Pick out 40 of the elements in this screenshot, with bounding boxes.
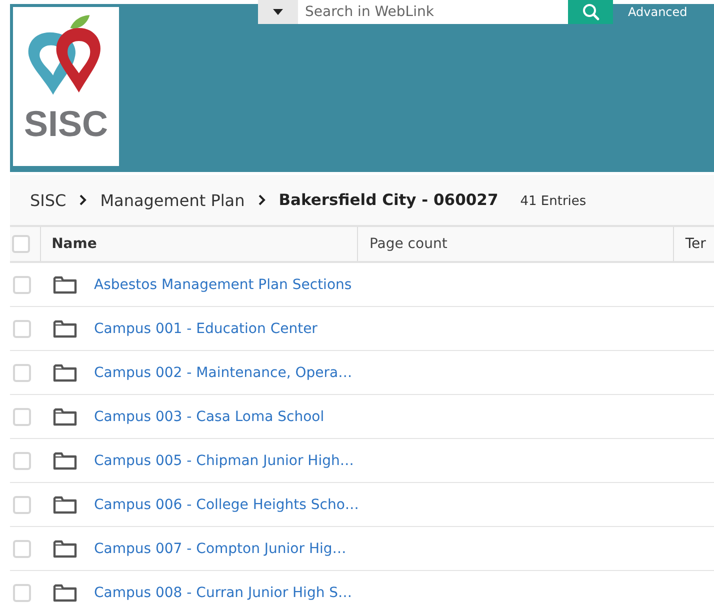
folder-icon <box>53 408 77 426</box>
folder-link[interactable]: Campus 007 - Compton Junior Hig… <box>94 540 346 556</box>
folder-icon <box>53 320 77 338</box>
chevron-icon <box>258 194 266 206</box>
folder-link[interactable]: Asbestos Management Plan Sections <box>94 276 352 292</box>
row-checkbox[interactable] <box>13 496 31 514</box>
search-scope-dropdown[interactable] <box>258 0 298 24</box>
folder-icon <box>53 276 77 294</box>
folder-link[interactable]: Campus 002 - Maintenance, Opera… <box>94 364 352 380</box>
row-checkbox[interactable] <box>13 540 31 558</box>
row-checkbox[interactable] <box>13 364 31 382</box>
column-header[interactable]: Page count <box>358 227 674 261</box>
folder-link[interactable]: Campus 003 - Casa Loma School <box>94 408 324 424</box>
folder-link[interactable]: Campus 001 - Education Center <box>94 320 318 336</box>
entry-count: 41 Entries <box>520 194 586 209</box>
search-button[interactable] <box>568 0 613 24</box>
select-all-checkbox[interactable] <box>12 235 30 253</box>
logo-text: SISC <box>24 103 108 145</box>
advanced-search-link[interactable]: Advanced <box>628 5 688 19</box>
folder-icon <box>53 364 77 382</box>
column-header[interactable]: Name <box>40 227 358 261</box>
folder-icon <box>53 452 77 470</box>
chevron-icon <box>79 194 88 206</box>
row-checkbox[interactable] <box>13 408 31 426</box>
breadcrumb-link[interactable]: SISC <box>30 190 66 210</box>
folder-icon <box>53 584 77 602</box>
folder-icon <box>53 496 77 514</box>
row-checkbox[interactable] <box>13 452 31 470</box>
folder-link[interactable]: Campus 005 - Chipman Junior High… <box>94 452 354 468</box>
folder-icon <box>53 540 77 558</box>
column-header[interactable]: Ter <box>674 227 714 261</box>
breadcrumb-link[interactable]: Management Plan <box>100 190 245 210</box>
row-checkbox[interactable] <box>13 276 31 294</box>
row-checkbox[interactable] <box>13 584 31 602</box>
breadcrumb-link[interactable]: Bakersfield City - 060027 <box>278 191 498 209</box>
row-checkbox[interactable] <box>13 320 31 338</box>
folder-link[interactable]: Campus 008 - Curran Junior High S… <box>94 584 352 600</box>
search-icon <box>582 3 600 21</box>
caret-icon <box>273 9 283 15</box>
folder-link[interactable]: Campus 006 - College Heights Scho… <box>94 496 359 512</box>
